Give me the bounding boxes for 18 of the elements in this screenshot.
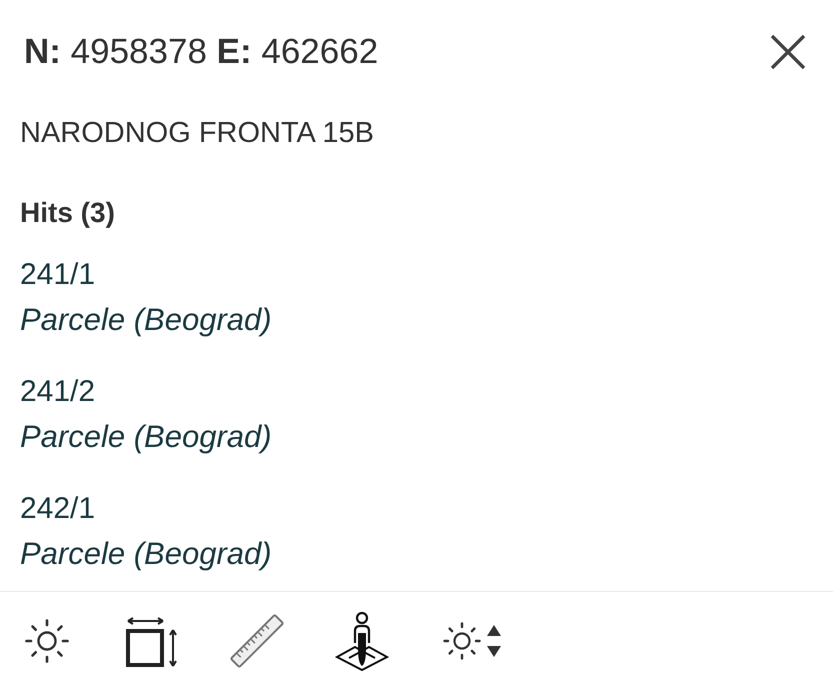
hit-item[interactable]: 242/1 Parcele (Beograd) [20,486,272,576]
parcel-number: 242/1 [20,491,96,527]
parcel-number: 241/1 [20,257,96,293]
hit-item[interactable]: 241/2 Parcele (Beograd) [20,369,272,459]
layer-name: Parcele (Beograd) [20,301,272,339]
close-icon [770,34,806,70]
hits-heading: Hits (3) [20,196,115,230]
up-down-arrows-icon [487,625,501,657]
address-text: NARODNOG FRONTA 15B [20,116,374,151]
sun-icon [25,619,69,663]
layer-name: Parcele (Beograd) [20,418,272,456]
hit-item[interactable]: 241/1 Parcele (Beograd) [20,252,272,342]
brightness-sun-icon [443,622,481,660]
layer-name: Parcele (Beograd) [20,535,272,573]
parcel-number: 241/2 [20,374,96,410]
frame-resize-icon [126,615,178,667]
person-on-map-icon [335,611,389,671]
coordinates-title: N: 4958378 E: 462662 [24,32,378,72]
